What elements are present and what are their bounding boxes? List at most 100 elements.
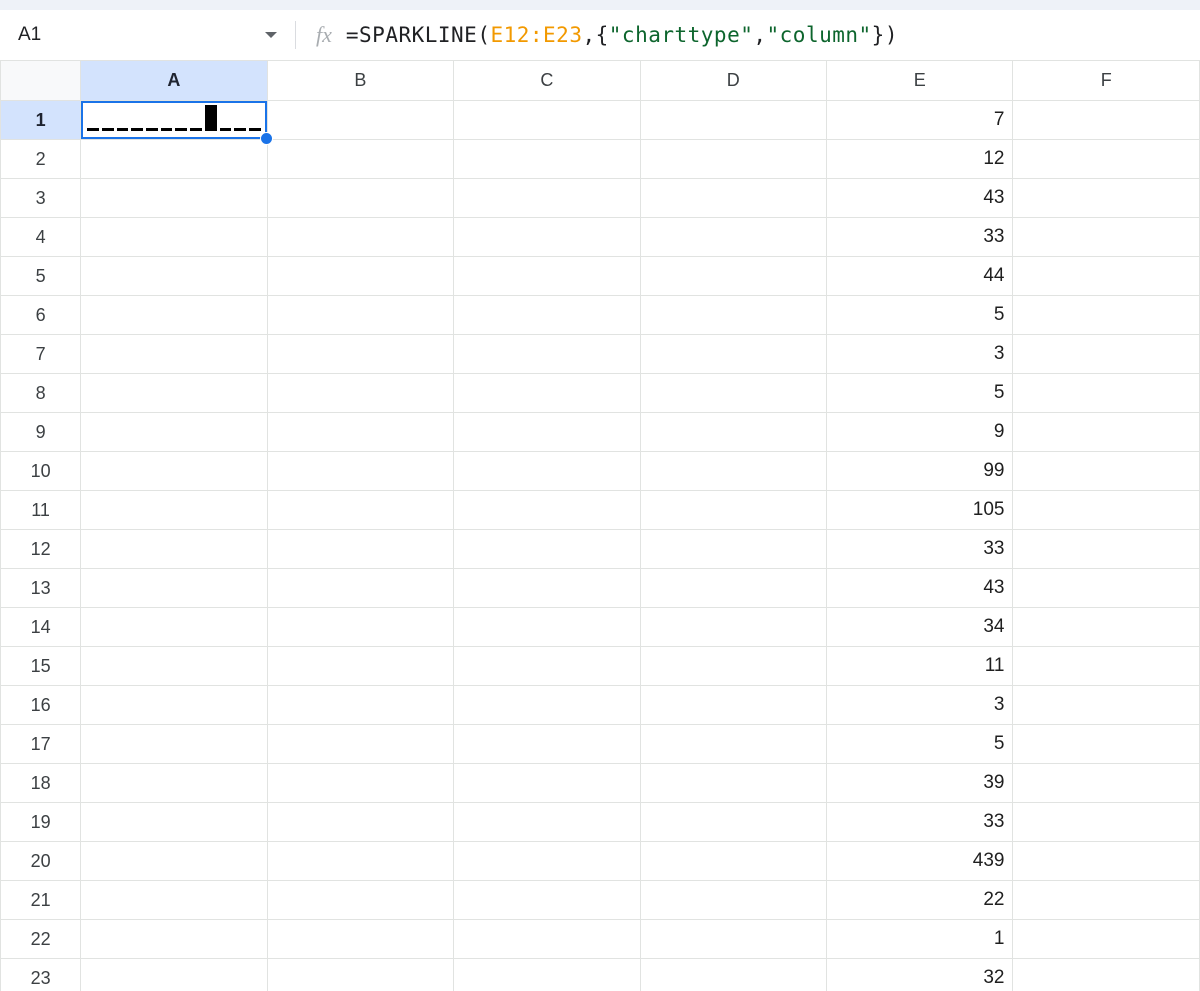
cell-A16[interactable]: [81, 686, 267, 725]
cell-F1[interactable]: [1013, 101, 1200, 140]
cell-B12[interactable]: [267, 530, 453, 569]
cell-D21[interactable]: [640, 881, 826, 920]
cell-C1[interactable]: [454, 101, 640, 140]
cell-B6[interactable]: [267, 296, 453, 335]
cell-D23[interactable]: [640, 959, 826, 991]
cell-D10[interactable]: [640, 452, 826, 491]
row-header-13[interactable]: 13: [1, 569, 81, 608]
cell-F23[interactable]: [1013, 959, 1200, 991]
cell-B18[interactable]: [267, 764, 453, 803]
column-header-B[interactable]: B: [267, 61, 453, 101]
cell-F17[interactable]: [1013, 725, 1200, 764]
row-header-10[interactable]: 10: [1, 452, 81, 491]
cell-B13[interactable]: [267, 569, 453, 608]
cell-F12[interactable]: [1013, 530, 1200, 569]
cell-C13[interactable]: [454, 569, 640, 608]
cell-E22[interactable]: 1: [827, 920, 1013, 959]
row-header-6[interactable]: 6: [1, 296, 81, 335]
name-box-input[interactable]: [16, 18, 265, 52]
cell-F20[interactable]: [1013, 842, 1200, 881]
cell-F6[interactable]: [1013, 296, 1200, 335]
cell-C19[interactable]: [454, 803, 640, 842]
cell-D13[interactable]: [640, 569, 826, 608]
cell-A9[interactable]: [81, 413, 267, 452]
cell-D17[interactable]: [640, 725, 826, 764]
cell-A22[interactable]: [81, 920, 267, 959]
row-header-16[interactable]: 16: [1, 686, 81, 725]
cell-D14[interactable]: [640, 608, 826, 647]
cell-C21[interactable]: [454, 881, 640, 920]
cell-D6[interactable]: [640, 296, 826, 335]
cell-C8[interactable]: [454, 374, 640, 413]
cell-A2[interactable]: [81, 140, 267, 179]
cell-B17[interactable]: [267, 725, 453, 764]
cell-C16[interactable]: [454, 686, 640, 725]
cell-A12[interactable]: [81, 530, 267, 569]
cell-B9[interactable]: [267, 413, 453, 452]
cell-A11[interactable]: [81, 491, 267, 530]
cell-D8[interactable]: [640, 374, 826, 413]
cell-B8[interactable]: [267, 374, 453, 413]
cell-B1[interactable]: [267, 101, 453, 140]
cell-A7[interactable]: [81, 335, 267, 374]
cell-C23[interactable]: [454, 959, 640, 991]
cell-E14[interactable]: 34: [827, 608, 1013, 647]
column-header-C[interactable]: C: [454, 61, 640, 101]
cell-A20[interactable]: [81, 842, 267, 881]
cell-B10[interactable]: [267, 452, 453, 491]
cell-A17[interactable]: [81, 725, 267, 764]
cell-E3[interactable]: 43: [827, 179, 1013, 218]
cell-E18[interactable]: 39: [827, 764, 1013, 803]
row-header-22[interactable]: 22: [1, 920, 81, 959]
cell-F11[interactable]: [1013, 491, 1200, 530]
column-header-A[interactable]: A: [81, 61, 267, 101]
row-header-11[interactable]: 11: [1, 491, 81, 530]
cell-D1[interactable]: [640, 101, 826, 140]
cell-C3[interactable]: [454, 179, 640, 218]
cell-F22[interactable]: [1013, 920, 1200, 959]
cell-E6[interactable]: 5: [827, 296, 1013, 335]
cell-B4[interactable]: [267, 218, 453, 257]
cell-D5[interactable]: [640, 257, 826, 296]
cell-C15[interactable]: [454, 647, 640, 686]
cell-F8[interactable]: [1013, 374, 1200, 413]
fx-icon[interactable]: fx: [316, 22, 332, 48]
row-header-17[interactable]: 17: [1, 725, 81, 764]
cell-F9[interactable]: [1013, 413, 1200, 452]
row-header-23[interactable]: 23: [1, 959, 81, 991]
cell-E21[interactable]: 22: [827, 881, 1013, 920]
cell-B11[interactable]: [267, 491, 453, 530]
cell-E23[interactable]: 32: [827, 959, 1013, 991]
cell-A5[interactable]: [81, 257, 267, 296]
cell-B19[interactable]: [267, 803, 453, 842]
cell-B15[interactable]: [267, 647, 453, 686]
cell-F21[interactable]: [1013, 881, 1200, 920]
column-header-D[interactable]: D: [640, 61, 826, 101]
cell-C22[interactable]: [454, 920, 640, 959]
cell-A14[interactable]: [81, 608, 267, 647]
cell-F16[interactable]: [1013, 686, 1200, 725]
formula-input[interactable]: =SPARKLINE(E12:E23,{"charttype","column"…: [346, 23, 898, 47]
cell-A13[interactable]: [81, 569, 267, 608]
cell-B23[interactable]: [267, 959, 453, 991]
cell-C11[interactable]: [454, 491, 640, 530]
cell-E11[interactable]: 105: [827, 491, 1013, 530]
cell-A10[interactable]: [81, 452, 267, 491]
cell-C20[interactable]: [454, 842, 640, 881]
cell-A21[interactable]: [81, 881, 267, 920]
row-header-7[interactable]: 7: [1, 335, 81, 374]
cell-D22[interactable]: [640, 920, 826, 959]
column-header-F[interactable]: F: [1013, 61, 1200, 101]
column-header-E[interactable]: E: [827, 61, 1013, 101]
row-header-9[interactable]: 9: [1, 413, 81, 452]
cell-E8[interactable]: 5: [827, 374, 1013, 413]
cell-A4[interactable]: [81, 218, 267, 257]
cell-C9[interactable]: [454, 413, 640, 452]
row-header-21[interactable]: 21: [1, 881, 81, 920]
row-header-12[interactable]: 12: [1, 530, 81, 569]
chevron-down-icon[interactable]: [265, 32, 277, 38]
cell-A18[interactable]: [81, 764, 267, 803]
row-header-1[interactable]: 1: [1, 101, 81, 140]
cell-C2[interactable]: [454, 140, 640, 179]
cell-D15[interactable]: [640, 647, 826, 686]
